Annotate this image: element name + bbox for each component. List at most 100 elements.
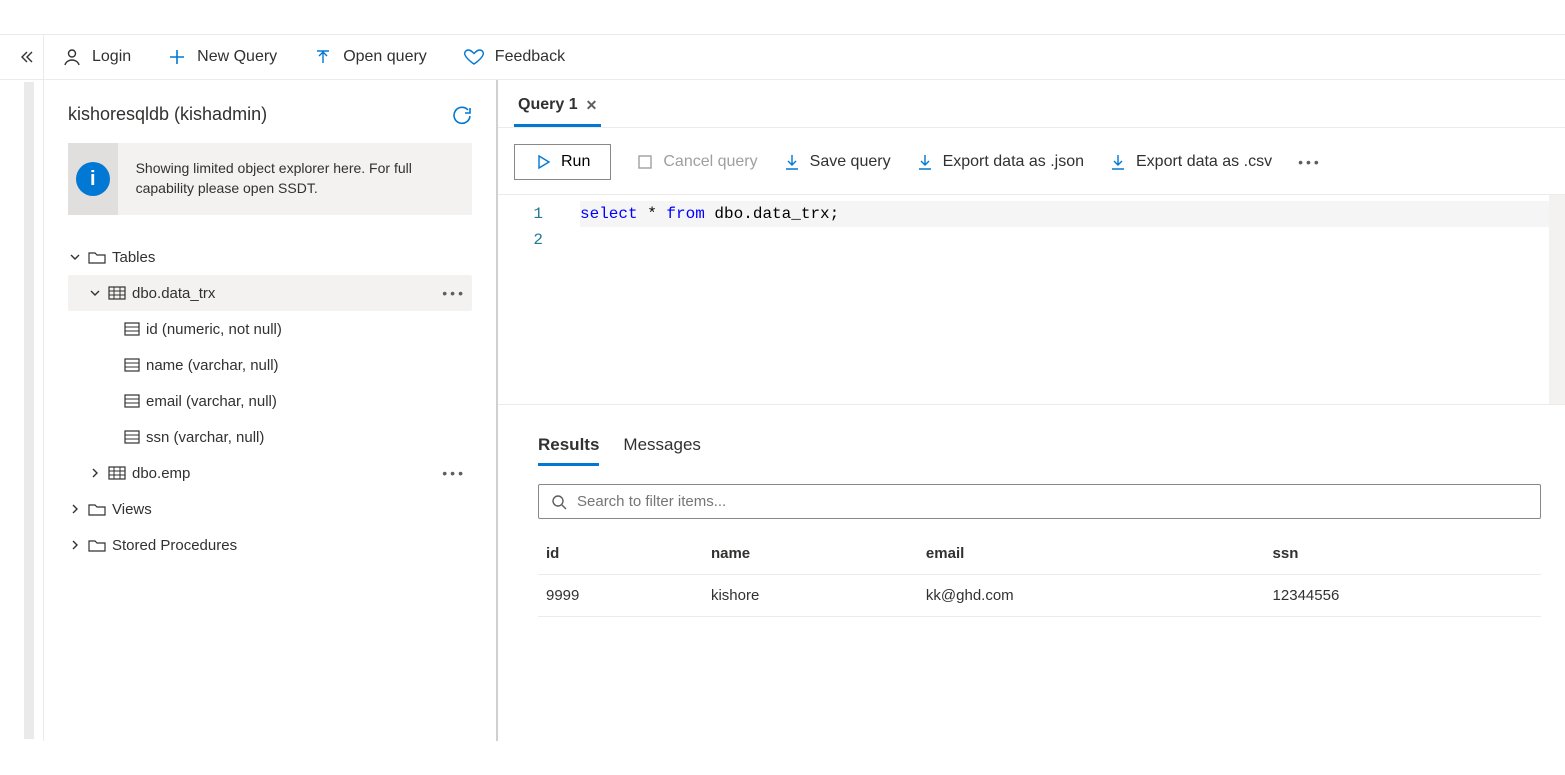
chevron-right-icon	[68, 539, 82, 551]
column-icon	[124, 322, 140, 336]
download-icon	[784, 153, 800, 171]
cancel-query-button: Cancel query	[637, 153, 757, 171]
code-line: select * from dbo.data_trx;	[580, 201, 1565, 227]
login-label: Login	[92, 48, 131, 66]
editor-tabs: Query 1 ✕	[498, 80, 1565, 128]
top-toolbar: Login New Query Open query Feedback	[0, 34, 1565, 80]
tree-label: Views	[112, 501, 152, 518]
tree-node-views[interactable]: Views	[68, 491, 472, 527]
table-header-row: id name email ssn	[538, 533, 1541, 575]
column-header-name[interactable]: name	[703, 533, 918, 575]
tree-node-sprocs[interactable]: Stored Procedures	[68, 527, 472, 563]
column-icon	[124, 358, 140, 372]
column-header-ssn[interactable]: ssn	[1265, 533, 1541, 575]
column-header-email[interactable]: email	[918, 533, 1265, 575]
workspace: kishoresqldb (kishadmin) i Showing limit…	[0, 80, 1565, 741]
login-button[interactable]: Login	[44, 35, 149, 79]
column-icon	[124, 394, 140, 408]
line-number-gutter: 1 2	[498, 195, 558, 404]
cell-name: kishore	[703, 575, 918, 617]
folder-icon	[88, 538, 106, 552]
chevron-right-icon	[68, 503, 82, 515]
tree-node-column[interactable]: email (varchar, null)	[68, 383, 472, 419]
database-title: kishoresqldb (kishadmin)	[68, 104, 267, 125]
stop-icon	[637, 154, 653, 170]
refresh-icon	[452, 105, 472, 125]
more-actions-button[interactable]: •••	[1298, 154, 1322, 170]
info-banner-text: Showing limited object explorer here. Fo…	[118, 149, 472, 208]
query-action-bar: Run Cancel query Save query Export data …	[498, 128, 1565, 194]
refresh-button[interactable]	[452, 105, 472, 125]
object-explorer-sidebar: kishoresqldb (kishadmin) i Showing limit…	[44, 80, 498, 741]
heart-icon	[463, 47, 485, 67]
export-csv-label: Export data as .csv	[1136, 153, 1272, 171]
left-gutter	[0, 80, 44, 741]
export-json-label: Export data as .json	[943, 153, 1084, 171]
code-area[interactable]: select * from dbo.data_trx;	[558, 195, 1565, 404]
sql-editor[interactable]: 1 2 select * from dbo.data_trx;	[498, 194, 1565, 404]
results-search-input[interactable]	[577, 493, 1528, 510]
new-query-label: New Query	[197, 48, 277, 66]
open-query-label: Open query	[343, 48, 427, 66]
tree-node-column[interactable]: ssn (varchar, null)	[68, 419, 472, 455]
chevron-down-icon	[88, 287, 102, 299]
results-panel: Results Messages id name email ssn	[498, 404, 1565, 741]
folder-icon	[88, 250, 106, 264]
close-icon[interactable]: ✕	[586, 97, 598, 114]
info-icon-box: i	[68, 143, 118, 215]
line-number: 2	[498, 227, 543, 253]
line-number: 1	[498, 201, 543, 227]
feedback-label: Feedback	[495, 48, 565, 66]
tree-label: Tables	[112, 249, 155, 266]
tree-node-column[interactable]: id (numeric, not null)	[68, 311, 472, 347]
export-csv-button[interactable]: Export data as .csv	[1110, 153, 1272, 171]
tab-messages[interactable]: Messages	[623, 435, 700, 466]
more-button[interactable]: •••	[442, 465, 466, 481]
tree-label: dbo.emp	[132, 465, 190, 482]
plus-icon	[167, 47, 187, 67]
chevron-down-icon	[68, 251, 82, 263]
new-query-button[interactable]: New Query	[149, 35, 295, 79]
tree-node-emp[interactable]: dbo.emp •••	[68, 455, 472, 491]
main-panel: Query 1 ✕ Run Cancel query Save query Ex…	[498, 80, 1565, 741]
column-header-id[interactable]: id	[538, 533, 703, 575]
tab-label: Query 1	[518, 96, 578, 114]
cancel-label: Cancel query	[663, 153, 757, 171]
search-icon	[551, 494, 567, 510]
open-query-button[interactable]: Open query	[295, 35, 445, 79]
tree-label: id (numeric, not null)	[146, 321, 282, 338]
results-table: id name email ssn 9999 kishore kk@ghd.co…	[538, 533, 1541, 617]
results-search-box[interactable]	[538, 484, 1541, 519]
download-icon	[1110, 153, 1126, 171]
code-line	[580, 227, 1565, 253]
table-icon	[108, 466, 126, 480]
tree-label: ssn (varchar, null)	[146, 429, 264, 446]
collapse-panel-button[interactable]	[8, 35, 44, 79]
column-icon	[124, 430, 140, 444]
tree-label: Stored Procedures	[112, 537, 237, 554]
save-label: Save query	[810, 153, 891, 171]
tree-node-column[interactable]: name (varchar, null)	[68, 347, 472, 383]
info-icon: i	[76, 162, 110, 196]
results-tabs: Results Messages	[538, 435, 1541, 466]
tree-node-data-trx[interactable]: dbo.data_trx •••	[68, 275, 472, 311]
feedback-button[interactable]: Feedback	[445, 35, 583, 79]
cell-email: kk@ghd.com	[918, 575, 1265, 617]
editor-minimap[interactable]	[1549, 195, 1565, 404]
upload-icon	[313, 47, 333, 67]
tree-node-tables[interactable]: Tables	[68, 239, 472, 275]
tree-label: name (varchar, null)	[146, 357, 279, 374]
run-button[interactable]: Run	[514, 144, 611, 180]
save-query-button[interactable]: Save query	[784, 153, 891, 171]
table-row[interactable]: 9999 kishore kk@ghd.com 12344556	[538, 575, 1541, 617]
tab-results[interactable]: Results	[538, 435, 599, 466]
run-label: Run	[561, 153, 590, 171]
gutter-scroll-thumb[interactable]	[24, 82, 34, 739]
table-icon	[108, 286, 126, 300]
object-tree: Tables dbo.data_trx ••• id (numeric, not…	[44, 239, 496, 563]
more-button[interactable]: •••	[442, 285, 466, 301]
export-json-button[interactable]: Export data as .json	[917, 153, 1084, 171]
folder-icon	[88, 502, 106, 516]
play-icon	[535, 154, 551, 170]
tab-query1[interactable]: Query 1 ✕	[514, 90, 601, 127]
